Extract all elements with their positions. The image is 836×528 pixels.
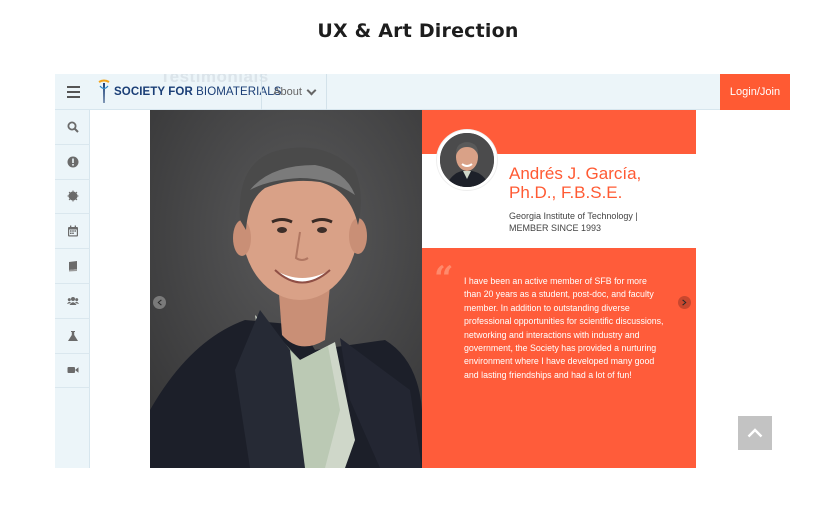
- book-icon: [68, 261, 77, 272]
- sidebar-item-video[interactable]: [55, 354, 90, 389]
- about-label: About: [273, 86, 302, 98]
- sidebar-item-flask[interactable]: [55, 319, 90, 354]
- portrait-illustration: [150, 110, 422, 468]
- sidebar-item-users[interactable]: [55, 284, 90, 319]
- affiliation-line1: Georgia Institute of Technology |: [509, 211, 638, 221]
- member-name: Andrés J. García, Ph.D., F.B.S.E.: [509, 164, 689, 202]
- scroll-to-top-button[interactable]: [738, 416, 772, 450]
- about-dropdown[interactable]: About: [261, 74, 327, 110]
- icon-sidebar: [55, 110, 90, 468]
- sidebar-item-circle[interactable]: [55, 180, 90, 215]
- hamburger-menu-icon[interactable]: [55, 74, 91, 110]
- logo-brand-text: SOCIETY FOR: [114, 86, 197, 98]
- logo-mark-icon: [98, 79, 110, 103]
- calendar-icon: [67, 225, 78, 237]
- page-heading: UX & Art Direction: [317, 20, 519, 42]
- top-navigation-bar: Testimonials SOCIETY FOR BIOMATERIALS Ab…: [55, 74, 790, 110]
- sidebar-item-search[interactable]: [55, 110, 90, 145]
- avatar-illustration: [440, 133, 494, 187]
- chevron-left-icon: [157, 299, 162, 306]
- member-avatar: [437, 130, 497, 190]
- testimonial-quote: I have been an active member of SFB for …: [464, 276, 664, 380]
- flask-icon: [67, 330, 78, 341]
- logo-text: SOCIETY FOR BIOMATERIALS: [114, 86, 281, 98]
- chevron-up-icon: [747, 428, 763, 438]
- video-icon: [67, 367, 78, 374]
- testimonial-slider: Andrés J. García, Ph.D., F.B.S.E. Georgi…: [150, 110, 696, 468]
- chevron-down-icon: [306, 85, 317, 95]
- site-logo[interactable]: SOCIETY FOR BIOMATERIALS: [97, 79, 281, 105]
- alert-icon: [67, 156, 78, 168]
- sidebar-item-alert[interactable]: [55, 145, 90, 180]
- users-icon: [66, 296, 79, 305]
- chevron-right-icon: [682, 299, 687, 306]
- testimonial-panel: Andrés J. García, Ph.D., F.B.S.E. Georgi…: [422, 110, 696, 468]
- member-affiliation: Georgia Institute of Technology | MEMBER…: [509, 210, 689, 234]
- sidebar-item-calendar[interactable]: [55, 214, 90, 250]
- affiliation-line2: MEMBER SINCE 1993: [509, 223, 602, 233]
- website-screenshot: Testimonials SOCIETY FOR BIOMATERIALS Ab…: [55, 74, 790, 468]
- quote-mark-icon: “: [434, 259, 454, 299]
- search-icon: [67, 121, 79, 133]
- slider-next-button[interactable]: [678, 296, 691, 309]
- member-name-line2: Ph.D., F.B.S.E.: [509, 183, 623, 202]
- slider-prev-button[interactable]: [153, 296, 166, 309]
- member-name-line1: Andrés J. García,: [509, 164, 642, 183]
- member-portrait-photo: [150, 110, 422, 468]
- sidebar-item-book[interactable]: [55, 249, 90, 284]
- login-join-button[interactable]: Login/Join: [720, 74, 790, 110]
- circle-icon: [67, 190, 78, 202]
